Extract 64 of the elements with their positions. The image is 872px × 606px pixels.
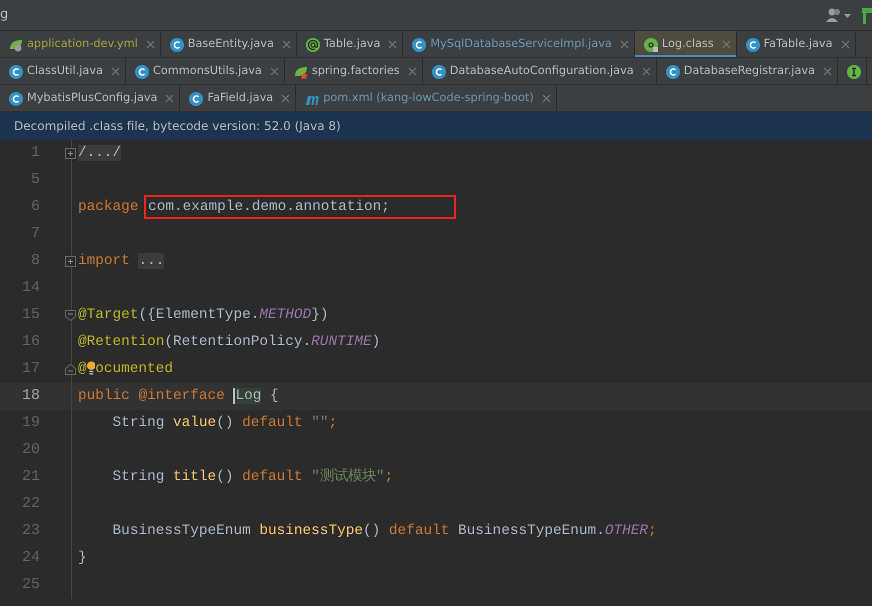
class-icon (189, 92, 204, 106)
code-line: String value() default ""; (112, 414, 338, 433)
user-icon[interactable] (826, 8, 852, 22)
code-line: } (77, 548, 87, 568)
close-icon[interactable] (822, 66, 832, 76)
close-icon[interactable] (840, 40, 850, 49)
line-number: 8 (30, 251, 40, 272)
line-number: 19 (20, 413, 40, 434)
code-line: import ... (77, 252, 164, 271)
line-number: 22 (20, 494, 40, 514)
close-icon[interactable] (542, 94, 551, 103)
fold-icon[interactable] (65, 364, 76, 375)
lightbulb-icon[interactable] (86, 360, 96, 376)
close-icon[interactable] (110, 66, 120, 76)
code-line: @Target({ElementType.METHOD}) (77, 306, 328, 325)
line-number: 6 (30, 197, 40, 218)
class-icon (746, 38, 760, 52)
fold-icon[interactable] (65, 310, 76, 321)
notification-banner: Decompiled .class file, bytecode version: 52.0 (Java 8) (0, 112, 872, 140)
fold-icon[interactable] (65, 256, 76, 267)
class-icon (9, 92, 23, 106)
line-number: 16 (20, 332, 40, 352)
close-icon[interactable] (722, 40, 731, 49)
close-icon[interactable] (282, 40, 291, 49)
class-icon (9, 64, 23, 78)
line-number: 18 (20, 386, 40, 406)
line-number: 20 (20, 440, 40, 460)
annotation-icon (306, 38, 320, 52)
annotation-icon (644, 38, 658, 52)
close-icon[interactable] (281, 94, 290, 103)
line-number: 15 (20, 305, 40, 326)
line-number: 14 (20, 278, 40, 298)
code-line: @ ocumented (77, 358, 173, 379)
fold-icon[interactable] (65, 148, 76, 159)
close-icon[interactable] (620, 40, 629, 49)
line-number: 1 (30, 143, 40, 164)
close-icon[interactable] (146, 40, 155, 49)
line-number: 25 (20, 575, 40, 596)
interface-icon (846, 64, 861, 78)
close-icon[interactable] (408, 66, 417, 76)
close-icon[interactable] (642, 66, 651, 76)
close-icon[interactable] (388, 40, 398, 49)
class-icon (170, 38, 184, 52)
leaf-icon (294, 64, 308, 78)
line-number: 17 (20, 359, 40, 380)
close-icon[interactable] (270, 66, 279, 76)
window-title: g (0, 6, 8, 24)
line-number: 7 (30, 224, 40, 244)
class-icon (432, 64, 446, 78)
line-number: 23 (20, 521, 40, 542)
code-line: String title() default "测试模块"; (112, 467, 394, 487)
class-icon (412, 38, 426, 52)
line-number: 5 (30, 170, 40, 190)
code-line: @Retention(RetentionPolicy.RUNTIME) (77, 332, 380, 352)
leaf-icon (9, 38, 23, 52)
line-number: 21 (20, 467, 40, 488)
file-tab[interactable]: Log.class (634, 31, 737, 57)
line-number: 24 (20, 548, 40, 568)
close-icon[interactable] (165, 94, 174, 103)
code-line: public @interface Log { (77, 386, 279, 406)
class-icon (134, 64, 149, 78)
class-icon (666, 64, 680, 78)
code-line: BusinessTypeEnum businessType() default BusinessTypeEnum.OTHER; (112, 522, 657, 541)
hammer-icon[interactable] (860, 6, 872, 24)
